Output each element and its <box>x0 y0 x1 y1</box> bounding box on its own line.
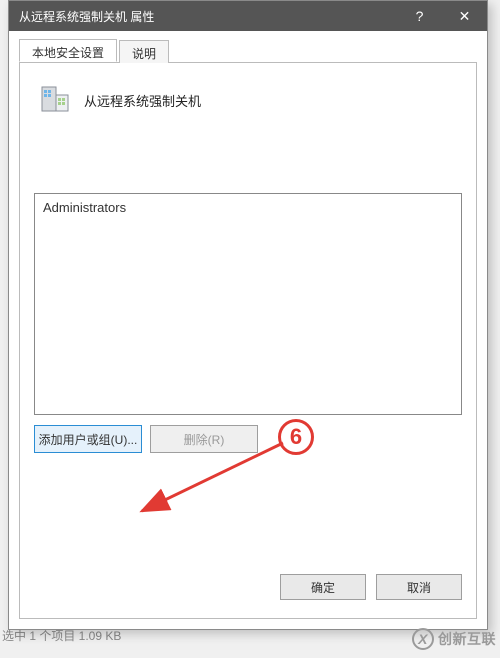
tab-explain[interactable]: 说明 <box>119 40 169 63</box>
users-groups-list[interactable]: Administrators <box>34 193 462 415</box>
remove-button: 删除(R) <box>150 425 258 453</box>
tab-content: 从远程系统强制关机 Administrators 添加用户或组(U)... 删除… <box>19 63 477 619</box>
cancel-button[interactable]: 取消 <box>376 574 462 600</box>
ok-button[interactable]: 确定 <box>280 574 366 600</box>
action-row: 添加用户或组(U)... 删除(R) <box>34 425 462 453</box>
watermark: X 创新互联 <box>412 628 496 650</box>
watermark-text: 创新互联 <box>438 629 496 649</box>
policy-title: 从远程系统强制关机 <box>84 91 201 110</box>
titlebar: 从远程系统强制关机 属性 ? ✕ <box>9 1 487 31</box>
policy-header: 从远程系统强制关机 <box>34 77 462 123</box>
watermark-icon: X <box>412 628 434 650</box>
add-user-group-button[interactable]: 添加用户或组(U)... <box>34 425 142 453</box>
list-item[interactable]: Administrators <box>43 198 453 217</box>
properties-dialog: 从远程系统强制关机 属性 ? ✕ 本地安全设置 说明 <box>8 0 488 630</box>
close-button[interactable]: ✕ <box>442 1 487 31</box>
tab-local-security[interactable]: 本地安全设置 <box>19 39 117 62</box>
dialog-body: 本地安全设置 说明 <box>9 31 487 629</box>
titlebar-title: 从远程系统强制关机 属性 <box>19 8 397 25</box>
help-button[interactable]: ? <box>397 1 442 31</box>
tab-strip: 本地安全设置 说明 <box>19 39 477 63</box>
policy-icon <box>38 83 72 117</box>
dialog-footer: 确定 取消 <box>34 562 462 604</box>
